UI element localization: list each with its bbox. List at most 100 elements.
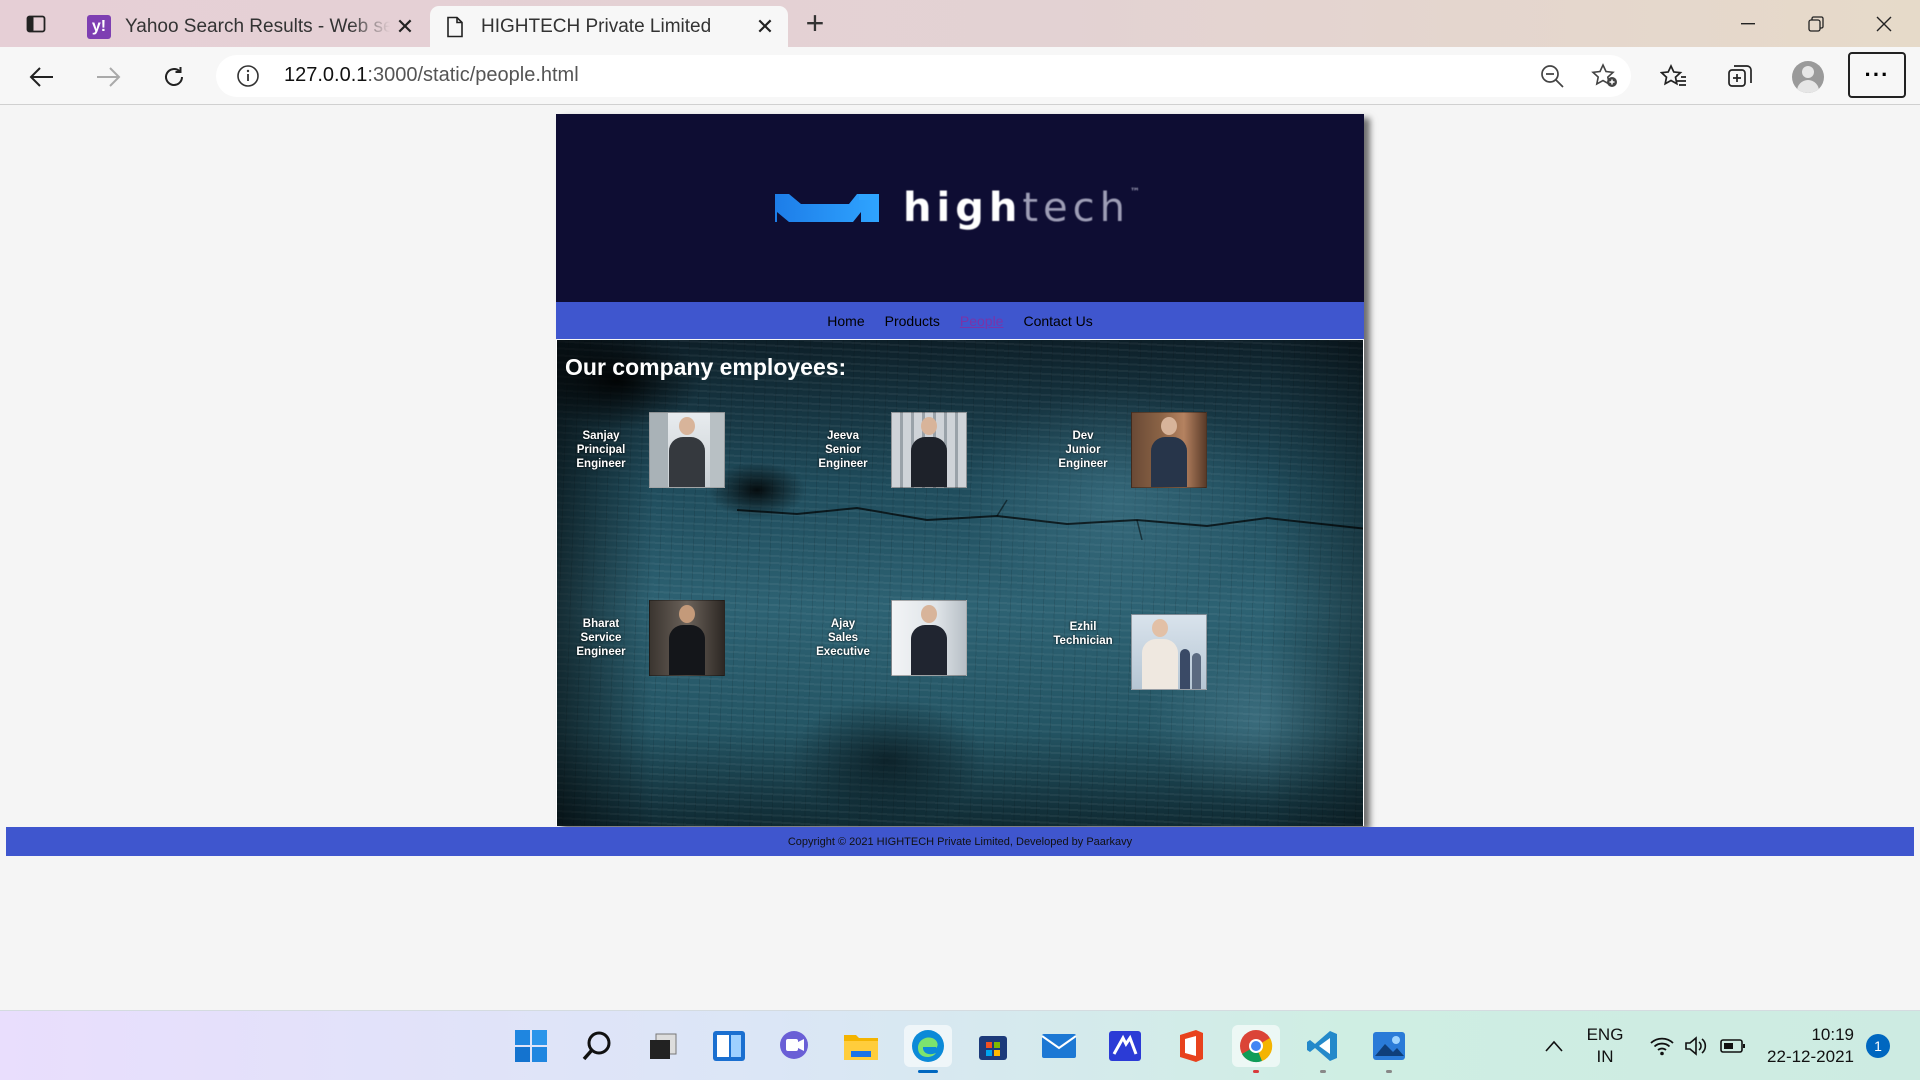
tab-close-button[interactable]: ✕	[390, 12, 420, 42]
employee-photo	[649, 412, 725, 488]
employee-caption: Jeeva Senior Engineer	[801, 429, 885, 471]
nav-link-home[interactable]: Home	[827, 313, 864, 329]
employee-role: Junior	[1065, 444, 1101, 456]
search-icon	[582, 1031, 611, 1061]
active-indicator	[918, 1070, 938, 1073]
restore-icon	[1808, 16, 1824, 32]
settings-more-button[interactable]: ···	[1848, 52, 1906, 98]
employee-role: Principal	[576, 444, 626, 456]
notification-badge[interactable]: 1	[1866, 1034, 1890, 1058]
task-view-icon	[650, 1033, 677, 1059]
site-header: hightech™	[556, 114, 1364, 302]
tab-actions-icon	[26, 15, 46, 33]
wifi-status[interactable]	[1648, 1011, 1676, 1080]
collections-button[interactable]	[1722, 59, 1758, 95]
tab-title: HIGHTECH Private Limited	[481, 15, 712, 37]
store-button[interactable]	[972, 1025, 1014, 1067]
logo-text-light: tech	[1022, 185, 1130, 231]
employee-card: Dev Junior Engineer	[1041, 412, 1207, 488]
employee-role: Engineer	[576, 646, 626, 658]
site-nav: Home Products People Contact Us	[556, 302, 1364, 339]
employee-role: Senior	[825, 444, 861, 456]
running-indicator	[1320, 1070, 1326, 1073]
new-tab-button[interactable]: +	[800, 7, 830, 39]
people-section: Our company employees: Sanjay Principal …	[556, 340, 1364, 826]
volume-status[interactable]	[1682, 1011, 1710, 1080]
minimize-icon	[1741, 23, 1755, 25]
employee-photo	[891, 412, 967, 488]
photos-button[interactable]	[1368, 1025, 1410, 1073]
widgets-button[interactable]	[708, 1025, 750, 1067]
chevron-up-icon	[1545, 1040, 1563, 1052]
file-explorer-button[interactable]	[840, 1025, 882, 1067]
close-window-button[interactable]	[1854, 4, 1914, 44]
mail-button[interactable]	[1038, 1025, 1080, 1067]
language-code: ENG	[1586, 1025, 1624, 1044]
chrome-taskbar-button[interactable]	[1232, 1025, 1280, 1073]
forward-button[interactable]	[90, 59, 126, 95]
employee-card: Ezhil Technician	[1041, 614, 1207, 690]
employee-card: Jeeva Senior Engineer	[801, 412, 967, 488]
hightech-logo[interactable]: hightech™	[775, 185, 1145, 231]
active-indicator	[1253, 1070, 1259, 1073]
employee-caption: Dev Junior Engineer	[1041, 429, 1125, 471]
start-button[interactable]	[510, 1025, 552, 1067]
language-indicator[interactable]: ENG IN	[1580, 1011, 1630, 1080]
back-button[interactable]	[24, 59, 60, 95]
employee-photo	[1131, 412, 1207, 488]
chrome-icon	[1240, 1030, 1273, 1063]
refresh-button[interactable]	[156, 59, 192, 95]
tab-hightech[interactable]: HIGHTECH Private Limited ✕	[430, 6, 788, 47]
tab-close-button[interactable]: ✕	[750, 12, 780, 42]
employee-name: Jeeva	[827, 430, 859, 442]
logo-mark-icon	[775, 190, 880, 226]
profile-button[interactable]	[1790, 59, 1826, 95]
wall-crack-decoration	[737, 499, 1363, 541]
employee-role: Technician	[1053, 635, 1113, 647]
yahoo-icon: y!	[87, 14, 111, 39]
employee-role: Service	[580, 632, 622, 644]
restore-button[interactable]	[1786, 4, 1846, 44]
tab-title: Yahoo Search Results - Web search	[125, 15, 390, 37]
chat-button[interactable]	[774, 1025, 816, 1067]
running-indicator	[1386, 1070, 1392, 1073]
employee-name: Dev	[1072, 430, 1094, 442]
vscode-icon	[1307, 1031, 1337, 1061]
speaker-icon	[1685, 1036, 1707, 1056]
url-field[interactable]: 127.0.0.1:3000/static/people.html	[216, 55, 1631, 97]
photos-icon	[1373, 1032, 1405, 1060]
zoom-out-button[interactable]	[1539, 63, 1565, 94]
edge-taskbar-button[interactable]	[904, 1025, 952, 1073]
add-favorite-button[interactable]	[1591, 63, 1619, 94]
page-icon	[443, 15, 467, 39]
employee-caption: Sanjay Principal Engineer	[559, 429, 643, 471]
widgets-icon	[713, 1031, 745, 1061]
favorites-icon	[1660, 64, 1686, 86]
vscode-insiders-button[interactable]	[1104, 1025, 1146, 1067]
site-info-icon[interactable]	[236, 64, 260, 93]
employee-name: Bharat	[582, 618, 620, 630]
tab-yahoo-search[interactable]: y! Yahoo Search Results - Web search ✕	[74, 6, 428, 47]
wifi-icon	[1650, 1037, 1674, 1056]
tab-actions-button[interactable]	[14, 9, 58, 39]
office-icon	[1180, 1030, 1203, 1062]
nav-link-products[interactable]: Products	[885, 313, 940, 329]
browser-tab-bar: y! Yahoo Search Results - Web search ✕ H…	[0, 0, 1920, 47]
minimize-button[interactable]	[1718, 4, 1778, 44]
employee-role: Executive	[816, 646, 870, 658]
show-hidden-icons-button[interactable]	[1536, 1011, 1572, 1080]
battery-icon	[1720, 1039, 1745, 1053]
battery-status[interactable]	[1718, 1011, 1748, 1080]
clock[interactable]: 10:19 22-12-2021	[1764, 1011, 1854, 1080]
nav-link-people[interactable]: People	[960, 313, 1004, 329]
task-view-button[interactable]	[642, 1025, 684, 1067]
vscode-button[interactable]	[1302, 1025, 1344, 1073]
employee-card: Ajay Sales Executive	[801, 600, 967, 676]
office-button[interactable]	[1170, 1025, 1212, 1067]
site-container: hightech™ Home Products People Contact U…	[556, 114, 1364, 826]
taskbar-search-button[interactable]	[576, 1025, 618, 1067]
employee-name: Sanjay	[582, 430, 620, 442]
employee-role: Engineer	[1058, 458, 1108, 470]
nav-link-contact-us[interactable]: Contact Us	[1023, 313, 1092, 329]
favorites-button[interactable]	[1656, 59, 1692, 95]
